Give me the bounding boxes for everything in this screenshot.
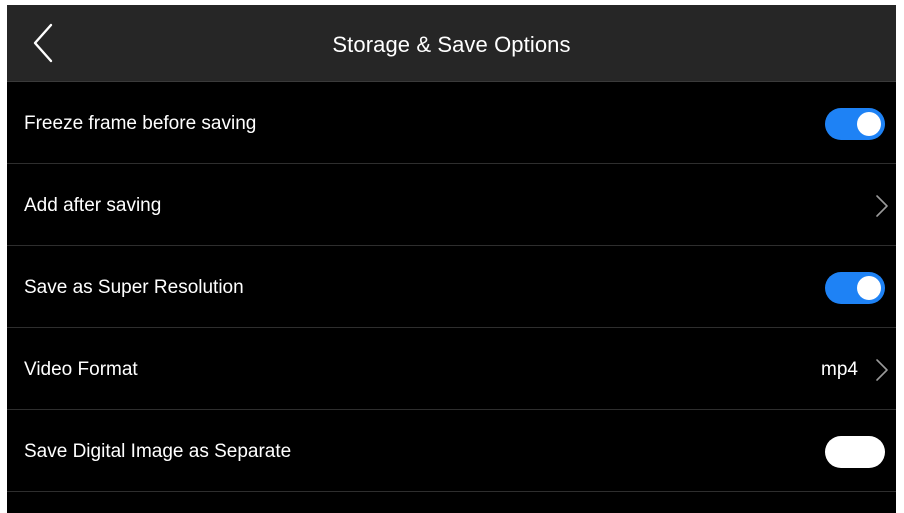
super-resolution-toggle[interactable]: [825, 272, 885, 304]
toggle-knob: [829, 440, 853, 464]
setting-row-separate-digital-image[interactable]: Save Digital Image as Separate: [7, 410, 896, 492]
setting-label: Video Format: [24, 359, 138, 380]
chevron-right-icon: [876, 359, 888, 381]
video-format-value: mp4: [821, 359, 858, 380]
setting-label: Save Digital Image as Separate: [24, 441, 292, 462]
setting-label: Freeze frame before saving: [24, 113, 257, 134]
chevron-right-icon: [876, 195, 888, 217]
setting-row-freeze-frame[interactable]: Freeze frame before saving: [7, 82, 896, 164]
setting-row-add-after-saving[interactable]: Add after saving: [7, 164, 896, 246]
freeze-frame-toggle[interactable]: [825, 108, 885, 140]
setting-row-super-resolution[interactable]: Save as Super Resolution: [7, 246, 896, 328]
setting-row-video-format[interactable]: Video Format mp4: [7, 328, 896, 410]
header-bar: Storage & Save Options: [7, 5, 896, 82]
settings-list: Freeze frame before saving Add after sav…: [7, 82, 896, 492]
setting-label: Add after saving: [24, 195, 162, 216]
settings-screen: Storage & Save Options Freeze frame befo…: [7, 5, 896, 513]
toggle-knob: [857, 276, 881, 300]
separate-digital-image-toggle[interactable]: [825, 436, 885, 468]
toggle-knob: [857, 112, 881, 136]
page-title: Storage & Save Options: [332, 32, 571, 57]
setting-label: Save as Super Resolution: [24, 277, 244, 298]
